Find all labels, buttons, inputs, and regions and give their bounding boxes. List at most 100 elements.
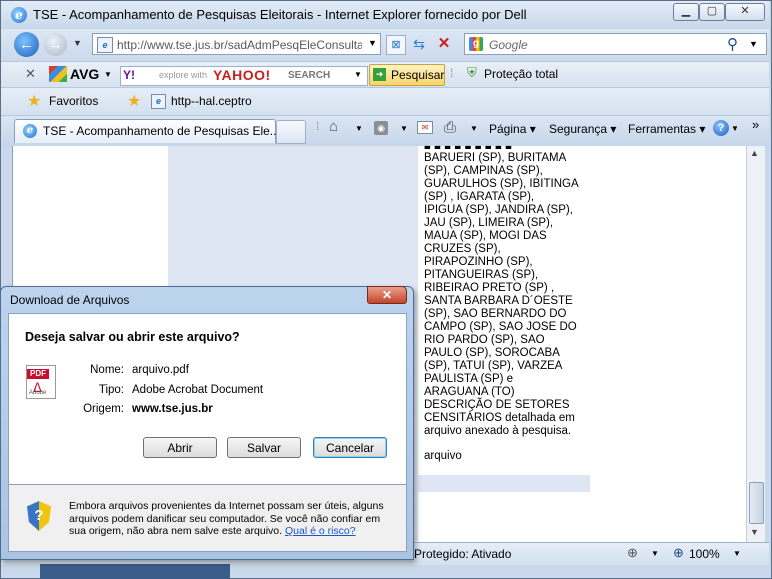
security-globe-icon[interactable]: ⊕ xyxy=(627,545,638,561)
mail-icon[interactable]: ✉ xyxy=(417,121,433,134)
print-dropdown-icon[interactable]: ▼ xyxy=(470,124,478,133)
add-favorite-icon[interactable]: ★ xyxy=(127,91,141,111)
new-tab-button[interactable] xyxy=(276,120,306,144)
rss-dropdown-icon[interactable]: ▼ xyxy=(400,124,408,133)
text-line: CRUZES (SP), xyxy=(424,243,501,255)
go-arrow-icon: ➜ xyxy=(373,68,386,81)
maximize-button[interactable]: ▢ xyxy=(699,3,725,21)
refresh-icon[interactable]: ⇆ xyxy=(410,35,428,53)
download-dialog: Download de Arquivos ✕ Deseja salvar ou … xyxy=(0,286,414,560)
highlight-row xyxy=(418,475,590,492)
compatibility-icon[interactable]: ⊠ xyxy=(386,35,406,55)
clipped-text-line: ■ ■ ■ ■ ■ ■ ■ ■ ■ xyxy=(424,143,513,149)
nome-value: arquivo.pdf xyxy=(132,364,189,376)
yahoo-icon: Y! xyxy=(123,68,135,82)
zoom-icon[interactable]: ⊕ xyxy=(673,545,684,561)
security-warning: Embora arquivos provenientes da Internet… xyxy=(69,500,394,538)
avg-logo-icon xyxy=(49,66,67,82)
menu-seguranca-label: Segurança xyxy=(549,122,608,136)
menu-ferramentas[interactable]: Ferramentas ▾ xyxy=(628,122,705,136)
nome-label: Nome: xyxy=(90,364,124,376)
open-button[interactable]: Abrir xyxy=(143,437,217,458)
text-line: ARAGUANA (TO) xyxy=(424,386,515,398)
text-line: PAULISTA (SP) e xyxy=(424,373,514,385)
history-dropdown-icon[interactable]: ▼ xyxy=(73,38,82,48)
taskbar-fragment xyxy=(40,564,230,579)
ie-logo-icon: e xyxy=(11,7,27,23)
menu-seguranca[interactable]: Segurança ▾ xyxy=(549,122,616,136)
close-window-button[interactable]: ✕ xyxy=(725,3,765,21)
favorites-button[interactable]: Favoritos xyxy=(49,94,98,108)
text-line: DESCRIÇÃO DE SETORES xyxy=(424,399,570,411)
text-line: BARUERI (SP), BURITAMA xyxy=(424,152,567,164)
minimize-button[interactable]: ▁ xyxy=(673,3,699,21)
text-line: RIO PARDO (SP), SAO xyxy=(424,334,545,346)
tab-title: TSE - Acompanhamento de Pesquisas Ele... xyxy=(43,124,280,138)
pesquisar-button[interactable]: ➜ Pesquisar xyxy=(369,64,445,86)
address-bar[interactable]: e http://www.tse.jus.br/sadAdmPesqEleCon… xyxy=(92,33,381,55)
dialog-close-button[interactable]: ✕ xyxy=(367,286,407,304)
vertical-scrollbar[interactable]: ▲ ▼ xyxy=(746,146,765,542)
stop-icon[interactable]: ✕ xyxy=(434,34,454,54)
tipo-value: Adobe Acrobat Document xyxy=(132,384,264,396)
cancel-button[interactable]: Cancelar xyxy=(313,437,387,458)
text-line: CENSITÁRIOS detalhada em xyxy=(424,412,575,424)
search-icon[interactable]: ⚲ xyxy=(727,35,738,53)
scroll-down-icon[interactable]: ▼ xyxy=(750,527,759,537)
scroll-thumb[interactable] xyxy=(749,482,764,524)
rss-icon[interactable]: ◉ xyxy=(374,121,388,135)
menu-pagina[interactable]: Página ▾ xyxy=(489,122,536,136)
search-options-icon[interactable]: ▼ xyxy=(749,39,758,49)
tipo-label: Tipo: xyxy=(98,384,124,396)
zoom-level[interactable]: 100% xyxy=(689,547,720,561)
address-text: http://www.tse.jus.br/sadAdmPesqEleConsu… xyxy=(117,38,362,52)
tab-ie-icon: e xyxy=(23,124,37,138)
text-line: RIBEIRAO PRETO (SP) , xyxy=(424,282,555,294)
dialog-title: Download de Arquivos xyxy=(10,293,130,307)
protected-mode-status[interactable]: Protegido: Ativado xyxy=(414,547,511,561)
scroll-up-icon[interactable]: ▲ xyxy=(750,148,759,158)
pdf-badge: PDF xyxy=(27,369,49,379)
text-line: PITANGUEIRAS (SP), xyxy=(424,269,539,281)
address-dropdown-icon[interactable]: ▼ xyxy=(368,38,377,48)
text-line: (SP), CAMPINAS (SP), xyxy=(424,165,543,177)
yahoo-search-field[interactable]: Y! explore with YAHOO! SEARCH ▼ xyxy=(120,66,368,86)
text-line: JAU (SP), LIMEIRA (SP), xyxy=(424,217,554,229)
arquivo-link[interactable]: arquivo xyxy=(424,450,462,463)
forward-icon[interactable]: → xyxy=(44,33,67,56)
avg-toolbar: ✕ AVG ▼ Y! explore with YAHOO! SEARCH ▼ … xyxy=(1,61,769,88)
tab-tse[interactable]: e TSE - Acompanhamento de Pesquisas Ele.… xyxy=(14,119,280,143)
zoom-dropdown-icon[interactable]: ▼ xyxy=(733,549,741,558)
menu-pagina-label: Página xyxy=(489,122,527,136)
help-dropdown-icon[interactable]: ▼ xyxy=(731,124,739,133)
ie-page-icon: e xyxy=(151,94,166,109)
protecao-total-label[interactable]: Proteção total xyxy=(484,67,558,81)
more-tools-icon[interactable]: » xyxy=(752,117,759,132)
security-dropdown-icon[interactable]: ▼ xyxy=(651,549,659,558)
text-line: arquivo anexado à pesquisa. xyxy=(424,425,572,437)
help-icon[interactable]: ? xyxy=(713,120,729,136)
risk-link[interactable]: Qual é o risco? xyxy=(285,525,356,537)
close-toolbar-icon[interactable]: ✕ xyxy=(25,66,36,82)
search-box[interactable]: g Google ⚲ ▼ xyxy=(464,33,767,55)
avg-dropdown-icon[interactable]: ▼ xyxy=(104,70,112,79)
search-placeholder: Google xyxy=(489,38,528,52)
print-icon[interactable]: ⎙ xyxy=(444,119,456,136)
home-icon[interactable]: ⌂ xyxy=(329,118,338,135)
yahoo-dropdown-icon[interactable]: ▼ xyxy=(354,70,362,79)
origem-value: www.tse.jus.br xyxy=(132,403,213,415)
back-icon[interactable]: ← xyxy=(14,32,39,57)
text-line: SANTA BARBARA D´OESTE xyxy=(424,295,573,307)
menu-ferramentas-label: Ferramentas xyxy=(628,122,697,136)
dialog-body: Deseja salvar ou abrir este arquivo? PDF… xyxy=(8,313,407,485)
avg-label[interactable]: AVG xyxy=(70,66,99,82)
favorite-link[interactable]: http--hal.ceptro xyxy=(171,94,252,108)
home-dropdown-icon[interactable]: ▼ xyxy=(355,124,363,133)
tab-separator-icon: ⁞ xyxy=(316,119,320,133)
dialog-question: Deseja salvar ou abrir este arquivo? xyxy=(25,330,240,344)
text-line: IPIGUA (SP), JANDIRA (SP), xyxy=(424,204,573,216)
text-line: (SP) , IGARATA (SP), xyxy=(424,191,535,203)
text-line: PAULO (SP), SOROCABA xyxy=(424,347,560,359)
save-button[interactable]: Salvar xyxy=(227,437,301,458)
google-icon: g xyxy=(469,37,483,51)
